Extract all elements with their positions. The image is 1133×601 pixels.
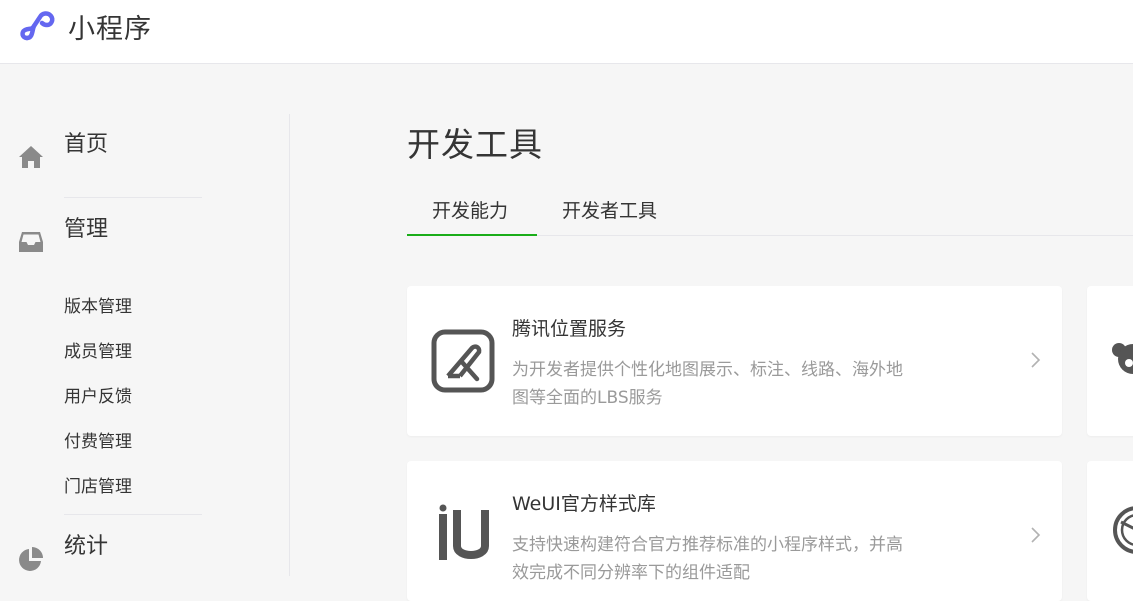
inbox-icon bbox=[19, 232, 43, 252]
sidebar-subitem-payment[interactable]: 付费管理 bbox=[64, 427, 132, 452]
service-card-partial[interactable] bbox=[1087, 461, 1133, 601]
sidebar-item-label: 管理 bbox=[64, 217, 109, 242]
mini-program-logo-icon bbox=[20, 10, 55, 40]
tab-active-indicator bbox=[407, 234, 537, 236]
sidebar-item-label: 统计 bbox=[64, 534, 109, 559]
brand[interactable]: 小程序 bbox=[18, 7, 152, 46]
sidebar-divider bbox=[64, 197, 202, 198]
card-title: 腾讯位置服务 bbox=[512, 318, 627, 340]
tab-dev-capability[interactable]: 开发能力 bbox=[432, 196, 508, 223]
tab-dev-tools[interactable]: 开发者工具 bbox=[562, 196, 657, 223]
sidebar-subitem-version[interactable]: 版本管理 bbox=[64, 292, 132, 317]
top-bar: 小程序 bbox=[0, 0, 1133, 64]
sidebar: 首页 管理 版本管理 成员管理 用户反馈 付费管理 门店管理 统计 bbox=[0, 114, 290, 576]
pie-chart-icon bbox=[19, 547, 43, 571]
chevron-right-icon bbox=[1031, 527, 1041, 543]
page-title: 开发工具 bbox=[407, 125, 543, 164]
sidebar-subitem-feedback[interactable]: 用户反馈 bbox=[64, 382, 132, 407]
sidebar-subitem-stores[interactable]: 门店管理 bbox=[64, 472, 132, 497]
sidebar-divider bbox=[64, 514, 202, 515]
sidebar-subitem-members[interactable]: 成员管理 bbox=[64, 337, 132, 362]
sidebar-item-label: 首页 bbox=[64, 132, 109, 157]
service-card-weui[interactable]: WeUI官方样式库 支持快速构建符合官方推荐标准的小程序样式，并高效完成不同分辨… bbox=[407, 461, 1062, 601]
service-card-tencent-location[interactable]: 腾讯位置服务 为开发者提供个性化地图展示、标注、线路、海外地图等全面的LBS服务 bbox=[407, 286, 1062, 436]
panda-icon bbox=[1112, 343, 1133, 374]
weui-logo-icon bbox=[439, 504, 489, 560]
brand-name: 小程序 bbox=[68, 14, 152, 45]
card-description: 支持快速构建符合官方推荐标准的小程序样式，并高效完成不同分辨率下的组件适配 bbox=[512, 535, 903, 583]
card-title: WeUI官方样式库 bbox=[512, 493, 656, 515]
tencent-location-icon bbox=[431, 329, 495, 393]
compass-icon bbox=[1113, 506, 1133, 554]
chevron-right-icon bbox=[1031, 352, 1041, 368]
home-icon bbox=[19, 146, 43, 168]
service-card-partial[interactable] bbox=[1087, 286, 1133, 436]
card-description: 为开发者提供个性化地图展示、标注、线路、海外地图等全面的LBS服务 bbox=[512, 360, 903, 408]
tab-bar: 开发能力 开发者工具 bbox=[407, 186, 1133, 236]
